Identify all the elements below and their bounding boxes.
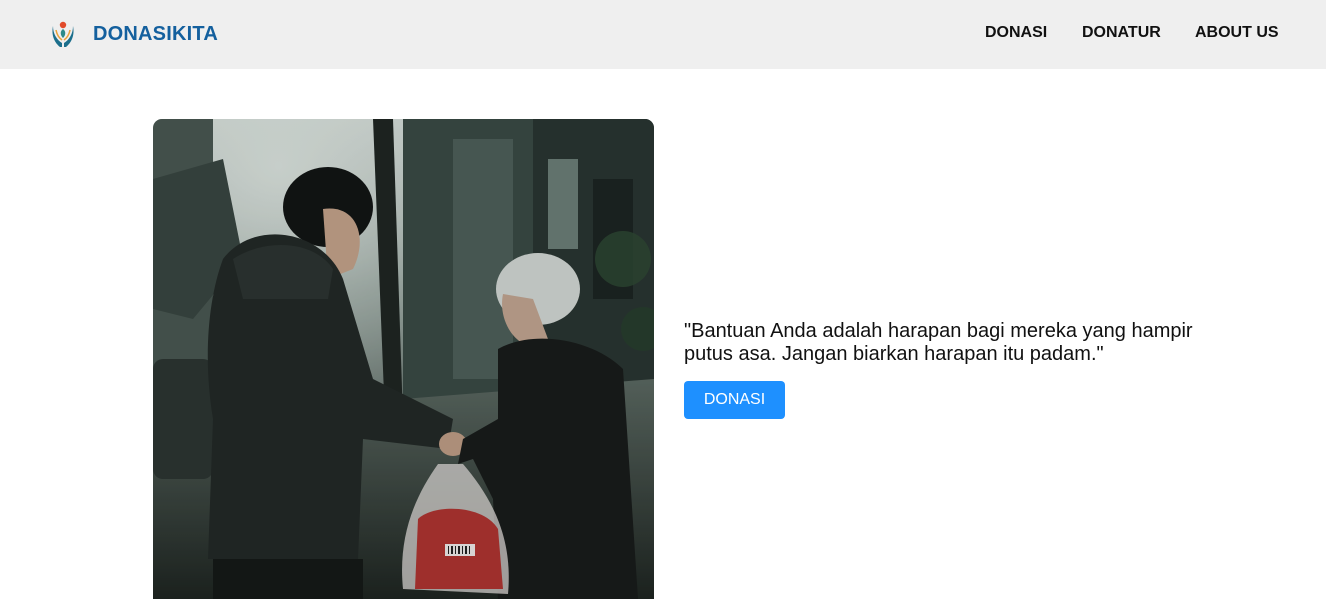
nav-link-donasi[interactable]: DONASI: [985, 24, 1047, 42]
navbar: DONASIKITA DONASI DONATUR ABOUT US: [0, 0, 1326, 69]
hands-heart-logo-icon[interactable]: [51, 20, 75, 48]
donasi-button[interactable]: DONASI: [684, 381, 785, 419]
nav-link-about-us[interactable]: ABOUT US: [1195, 24, 1279, 42]
donation-photo: [153, 119, 654, 599]
brand-name[interactable]: DONASIKITA: [93, 22, 218, 46]
nav-link-donatur[interactable]: DONATUR: [1082, 24, 1161, 42]
hero-quote: "Bantuan Anda adalah harapan bagi mereka…: [684, 320, 1193, 365]
